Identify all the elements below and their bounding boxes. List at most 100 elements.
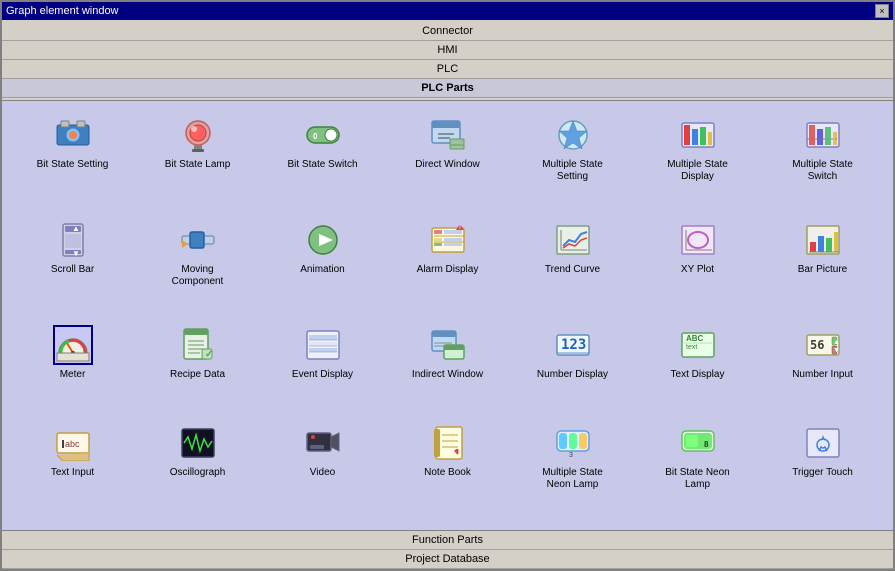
icon-recipe-data-box: ✓	[178, 325, 218, 365]
svg-text:▲: ▲	[72, 224, 80, 233]
icon-recipe-data-label: Recipe Data	[170, 369, 225, 381]
icon-number-input-label: Number Input	[792, 369, 853, 381]
icon-multiple-state-setting-box	[553, 115, 593, 155]
menu-plc[interactable]: PLC	[2, 60, 893, 79]
icon-multiple-state-display[interactable]: Multiple State Display	[637, 111, 758, 212]
icon-bit-state-lamp-box	[178, 115, 218, 155]
icon-number-input[interactable]: 56 ▲ ▼ Number Input	[762, 321, 883, 416]
icon-alarm-display[interactable]: ! Alarm Display	[387, 216, 508, 317]
icon-multiple-state-neon-lamp-box: 3	[553, 423, 593, 463]
icon-trend-curve-label: Trend Curve	[545, 264, 600, 276]
icon-meter-label: Meter	[60, 369, 86, 381]
icon-bit-state-switch[interactable]: 0 Bit State Switch	[262, 111, 383, 212]
icon-direct-window-label: Direct Window	[415, 159, 479, 171]
icon-scroll-bar-box: ▲ ▼	[53, 220, 93, 260]
svg-text:56: 56	[810, 338, 824, 352]
footer-function-parts[interactable]: Function Parts	[2, 531, 893, 550]
icon-text-input-box: abc	[53, 423, 93, 463]
icon-multiple-state-neon-lamp[interactable]: 3 Multiple State Neon Lamp	[512, 419, 633, 520]
title-bar: Graph element window ×	[2, 2, 893, 20]
icon-scroll-bar-label: Scroll Bar	[51, 264, 94, 276]
icon-scroll-bar[interactable]: ▲ ▼ Scroll Bar	[12, 216, 133, 317]
icon-bit-state-switch-box: 0	[303, 115, 343, 155]
icon-trend-curve[interactable]: Trend Curve	[512, 216, 633, 317]
icon-bit-state-setting-box	[53, 115, 93, 155]
icon-trend-curve-box	[553, 220, 593, 260]
icon-oscillograph-label: Oscillograph	[170, 467, 226, 479]
icon-trigger-touch-box	[803, 423, 843, 463]
window-title: Graph element window	[6, 5, 119, 17]
svg-text:0: 0	[313, 132, 318, 141]
icon-indirect-window-box	[428, 325, 468, 365]
icon-xy-plot-box	[678, 220, 718, 260]
svg-text:abc: abc	[65, 439, 80, 449]
svg-text:123: 123	[561, 337, 586, 353]
icon-multiple-state-switch-box	[803, 115, 843, 155]
icon-moving-component-label: Moving Component	[155, 264, 240, 288]
icon-animation-label: Animation	[300, 264, 344, 276]
icon-xy-plot[interactable]: XY Plot	[637, 216, 758, 317]
icon-number-display[interactable]: 123 Number Display	[512, 321, 633, 416]
svg-text:8: 8	[704, 440, 709, 449]
icon-bit-state-neon-lamp-label: Bit State Neon Lamp	[655, 467, 740, 491]
icon-animation-box	[303, 220, 343, 260]
icon-event-display[interactable]: Event Display	[262, 321, 383, 416]
close-button[interactable]: ×	[875, 4, 889, 18]
main-window: Graph element window × Connector HMI PLC…	[0, 0, 895, 571]
icon-bar-picture[interactable]: Bar Picture	[762, 216, 883, 317]
svg-text:!: !	[459, 225, 461, 231]
icon-oscillograph-box	[178, 423, 218, 463]
menu-plc-parts[interactable]: PLC Parts	[2, 79, 893, 98]
icon-multiple-state-setting[interactable]: Multiple State Setting	[512, 111, 633, 212]
svg-text:✓: ✓	[205, 349, 213, 360]
icon-trigger-touch-label: Trigger Touch	[792, 467, 853, 479]
menu-bar: Connector HMI PLC PLC Parts	[2, 20, 893, 101]
plc-parts-section: Bit State Setting Bit State Lamp	[2, 101, 893, 530]
icon-oscillograph[interactable]: Oscillograph	[137, 419, 258, 520]
icon-note-book-label: Note Book	[424, 467, 471, 479]
icon-video[interactable]: Video	[262, 419, 383, 520]
icon-direct-window-box	[428, 115, 468, 155]
icon-multiple-state-display-box	[678, 115, 718, 155]
icon-moving-component[interactable]: Moving Component	[137, 216, 258, 317]
icon-bit-state-switch-label: Bit State Switch	[287, 159, 357, 171]
icon-meter[interactable]: Meter	[12, 321, 133, 416]
icon-number-input-box: 56 ▲ ▼	[803, 325, 843, 365]
icon-animation[interactable]: Animation	[262, 216, 383, 317]
icon-indirect-window-label: Indirect Window	[412, 369, 483, 381]
svg-text:▼: ▼	[72, 249, 80, 258]
icon-video-label: Video	[310, 467, 335, 479]
icon-grid: Bit State Setting Bit State Lamp	[12, 111, 883, 520]
svg-text:text: text	[686, 344, 697, 351]
icon-multiple-state-switch[interactable]: Multiple State Switch	[762, 111, 883, 212]
icon-multiple-state-setting-label: Multiple State Setting	[530, 159, 615, 183]
icon-text-input-label: Text Input	[51, 467, 94, 479]
icon-event-display-box	[303, 325, 343, 365]
menu-hmi[interactable]: HMI	[2, 41, 893, 60]
svg-text:▲: ▲	[833, 339, 840, 346]
icon-number-display-label: Number Display	[537, 369, 608, 381]
icon-multiple-state-switch-label: Multiple State Switch	[780, 159, 865, 183]
icon-bit-state-setting[interactable]: Bit State Setting	[12, 111, 133, 212]
icon-video-box	[303, 423, 343, 463]
footer-project-database[interactable]: Project Database	[2, 550, 893, 569]
icon-bar-picture-label: Bar Picture	[798, 264, 847, 276]
icon-bit-state-lamp[interactable]: Bit State Lamp	[137, 111, 258, 212]
icon-direct-window[interactable]: Direct Window	[387, 111, 508, 212]
svg-text:ABC: ABC	[686, 334, 704, 343]
icon-multiple-state-neon-lamp-label: Multiple State Neon Lamp	[530, 467, 615, 491]
icon-text-display-label: Text Display	[671, 369, 725, 381]
icon-bit-state-lamp-label: Bit State Lamp	[165, 159, 231, 171]
icon-text-input[interactable]: abc Text Input	[12, 419, 133, 520]
icon-indirect-window[interactable]: Indirect Window	[387, 321, 508, 416]
icon-bit-state-neon-lamp-box: 8	[678, 423, 718, 463]
icon-text-display[interactable]: ABC text Text Display	[637, 321, 758, 416]
menu-connector[interactable]: Connector	[2, 22, 893, 41]
icon-note-book-box	[428, 423, 468, 463]
svg-text:3: 3	[569, 452, 573, 459]
icon-bit-state-neon-lamp[interactable]: 8 Bit State Neon Lamp	[637, 419, 758, 520]
icon-note-book[interactable]: Note Book	[387, 419, 508, 520]
icon-trigger-touch[interactable]: Trigger Touch	[762, 419, 883, 520]
icon-bit-state-setting-label: Bit State Setting	[37, 159, 109, 171]
icon-recipe-data[interactable]: ✓ Recipe Data	[137, 321, 258, 416]
